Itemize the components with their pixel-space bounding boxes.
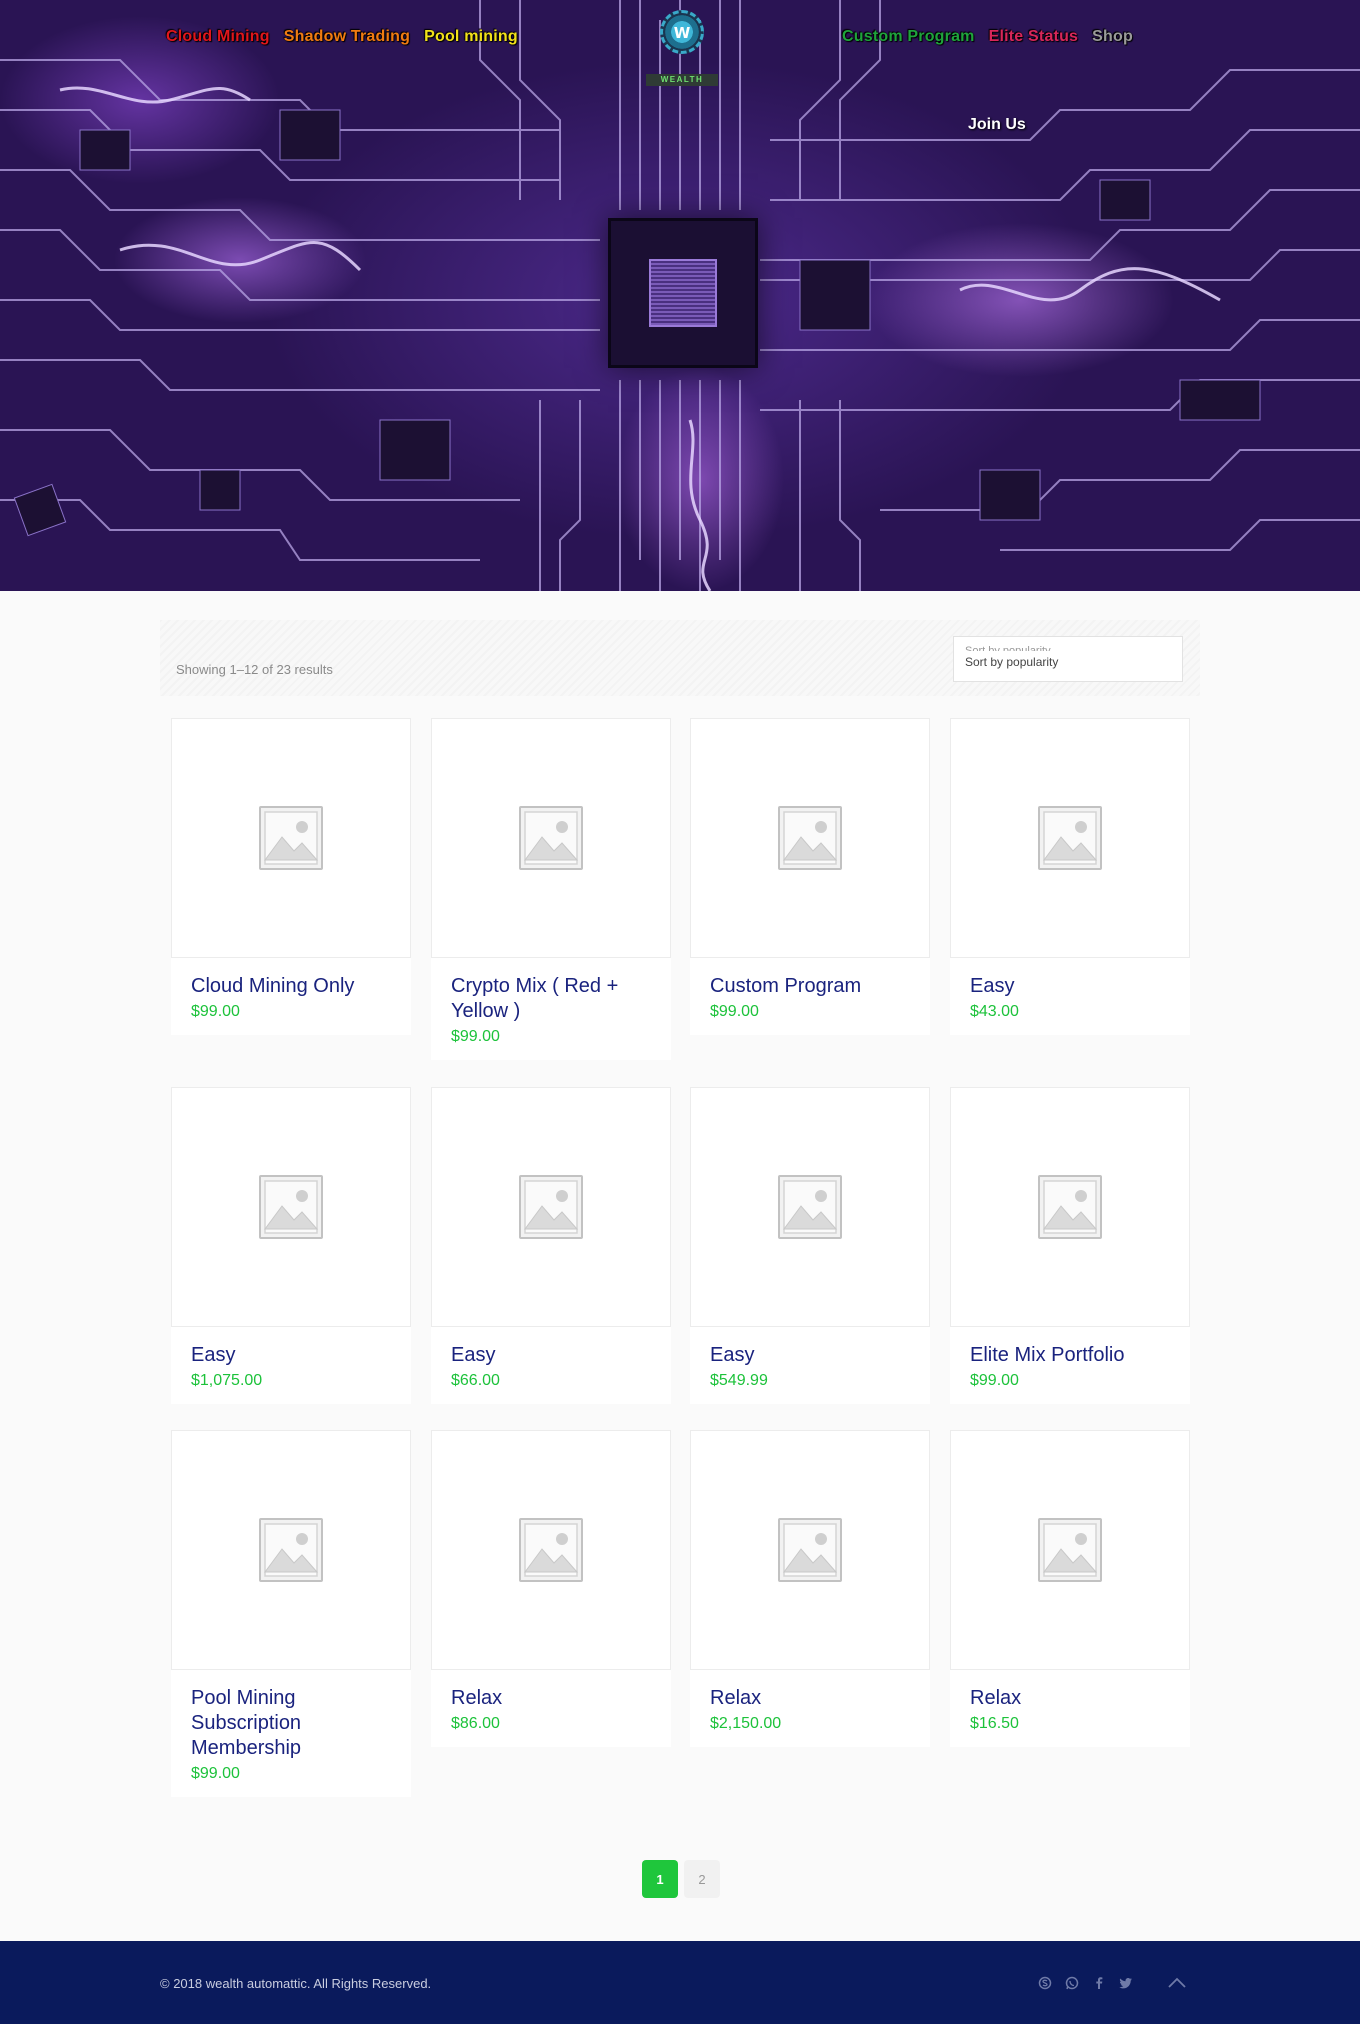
product-price: $66.00 bbox=[451, 1372, 500, 1389]
product-title[interactable]: Custom Program bbox=[710, 974, 910, 999]
product-placeholder-image-icon[interactable] bbox=[171, 1430, 411, 1670]
product-title[interactable]: Easy bbox=[970, 974, 1170, 999]
product-placeholder-image-icon[interactable] bbox=[950, 1087, 1190, 1327]
main-nav-left: Cloud Mining Shadow Trading Pool mining bbox=[166, 26, 518, 48]
product-title[interactable]: Crypto Mix ( Red + Yellow ) bbox=[451, 974, 651, 1024]
skype-icon[interactable] bbox=[1036, 1974, 1053, 1991]
nav-item-shadow-trading[interactable]: Shadow Trading bbox=[284, 28, 410, 46]
product-info: Crypto Mix ( Red + Yellow ) $99.00 bbox=[431, 958, 671, 1060]
social-links bbox=[1036, 1974, 1134, 1991]
product-title[interactable]: Pool Mining Subscription Membership bbox=[191, 1686, 391, 1761]
product-placeholder-image-icon[interactable] bbox=[171, 718, 411, 958]
product-title[interactable]: Relax bbox=[710, 1686, 910, 1711]
page-2-link[interactable]: 2 bbox=[684, 1860, 720, 1898]
product-info: Relax $16.50 bbox=[950, 1670, 1190, 1747]
product-info: Pool Mining Subscription Membership $99.0… bbox=[171, 1670, 411, 1797]
product-placeholder-image-icon[interactable] bbox=[431, 718, 671, 958]
product-price: $549.99 bbox=[710, 1372, 768, 1389]
product-info: Easy $43.00 bbox=[950, 958, 1190, 1035]
product-placeholder-image-icon[interactable] bbox=[431, 1087, 671, 1327]
sort-select[interactable]: Sort by popularity Sort by popularity bbox=[953, 636, 1183, 682]
product-price: $86.00 bbox=[451, 1715, 500, 1732]
product-title[interactable]: Easy bbox=[191, 1343, 391, 1368]
product-price: $99.00 bbox=[710, 1003, 759, 1020]
product-info: Cloud Mining Only $99.00 bbox=[171, 958, 411, 1035]
product-placeholder-image-icon[interactable] bbox=[950, 718, 1190, 958]
product-info: Easy $1,075.00 bbox=[171, 1327, 411, 1404]
back-to-top-chevron-up-icon[interactable] bbox=[1166, 1974, 1188, 1992]
logo-text: WEALTH bbox=[646, 74, 718, 86]
product-placeholder-image-icon[interactable] bbox=[690, 1430, 930, 1670]
product-price: $1,075.00 bbox=[191, 1372, 263, 1389]
site-logo[interactable]: W WEALTH bbox=[646, 10, 718, 86]
main-nav-right: Custom Program Elite Status Shop bbox=[842, 26, 1133, 48]
nav-item-pool-mining[interactable]: Pool mining bbox=[424, 28, 518, 46]
product-title[interactable]: Easy bbox=[710, 1343, 910, 1368]
copyright-text: © 2018 wealth automattic. All Rights Res… bbox=[160, 1976, 432, 1991]
processor-chip bbox=[608, 218, 758, 368]
product-placeholder-image-icon[interactable] bbox=[690, 718, 930, 958]
product-placeholder-image-icon[interactable] bbox=[431, 1430, 671, 1670]
logo-badge-icon: W bbox=[660, 10, 704, 54]
page-1-current: 1 bbox=[642, 1860, 678, 1898]
whatsapp-icon[interactable] bbox=[1063, 1974, 1080, 1991]
product-title[interactable]: Elite Mix Portfolio bbox=[970, 1343, 1170, 1368]
product-placeholder-image-icon[interactable] bbox=[171, 1087, 411, 1327]
join-us-link[interactable]: Join Us bbox=[968, 116, 1026, 134]
product-info: Custom Program $99.00 bbox=[690, 958, 930, 1035]
product-placeholder-image-icon[interactable] bbox=[950, 1430, 1190, 1670]
hero-header: Cloud Mining Shadow Trading Pool mining W … bbox=[0, 0, 1360, 591]
product-info: Relax $2,150.00 bbox=[690, 1670, 930, 1747]
product-price: $99.00 bbox=[451, 1028, 500, 1045]
product-price: $99.00 bbox=[970, 1372, 1019, 1389]
product-title[interactable]: Cloud Mining Only bbox=[191, 974, 391, 999]
pagination: 1 2 bbox=[642, 1860, 720, 1898]
product-info: Relax $86.00 bbox=[431, 1670, 671, 1747]
product-info: Elite Mix Portfolio $99.00 bbox=[950, 1327, 1190, 1404]
product-price: $16.50 bbox=[970, 1715, 1019, 1732]
product-title[interactable]: Relax bbox=[970, 1686, 1170, 1711]
product-price: $43.00 bbox=[970, 1003, 1019, 1020]
nav-item-custom-program[interactable]: Custom Program bbox=[842, 28, 975, 46]
product-title[interactable]: Relax bbox=[451, 1686, 651, 1711]
nav-item-shop[interactable]: Shop bbox=[1092, 28, 1133, 46]
shop-toolbar: Showing 1–12 of 23 results Sort by popul… bbox=[160, 620, 1200, 696]
nav-item-elite-status[interactable]: Elite Status bbox=[989, 28, 1079, 46]
product-title[interactable]: Easy bbox=[451, 1343, 651, 1368]
site-footer: © 2018 wealth automattic. All Rights Res… bbox=[0, 1941, 1360, 2024]
sort-select-value: Sort by popularity bbox=[965, 655, 1059, 669]
nav-item-cloud-mining[interactable]: Cloud Mining bbox=[166, 28, 270, 46]
twitter-icon[interactable] bbox=[1117, 1974, 1134, 1991]
product-price: $2,150.00 bbox=[710, 1715, 782, 1732]
product-price: $99.00 bbox=[191, 1003, 240, 1020]
result-count: Showing 1–12 of 23 results bbox=[176, 662, 333, 677]
sort-select-overflow-text: Sort by popularity bbox=[965, 645, 1051, 651]
product-info: Easy $549.99 bbox=[690, 1327, 930, 1404]
product-placeholder-image-icon[interactable] bbox=[690, 1087, 930, 1327]
facebook-icon[interactable] bbox=[1090, 1974, 1107, 1991]
product-info: Easy $66.00 bbox=[431, 1327, 671, 1404]
product-price: $99.00 bbox=[191, 1765, 240, 1782]
